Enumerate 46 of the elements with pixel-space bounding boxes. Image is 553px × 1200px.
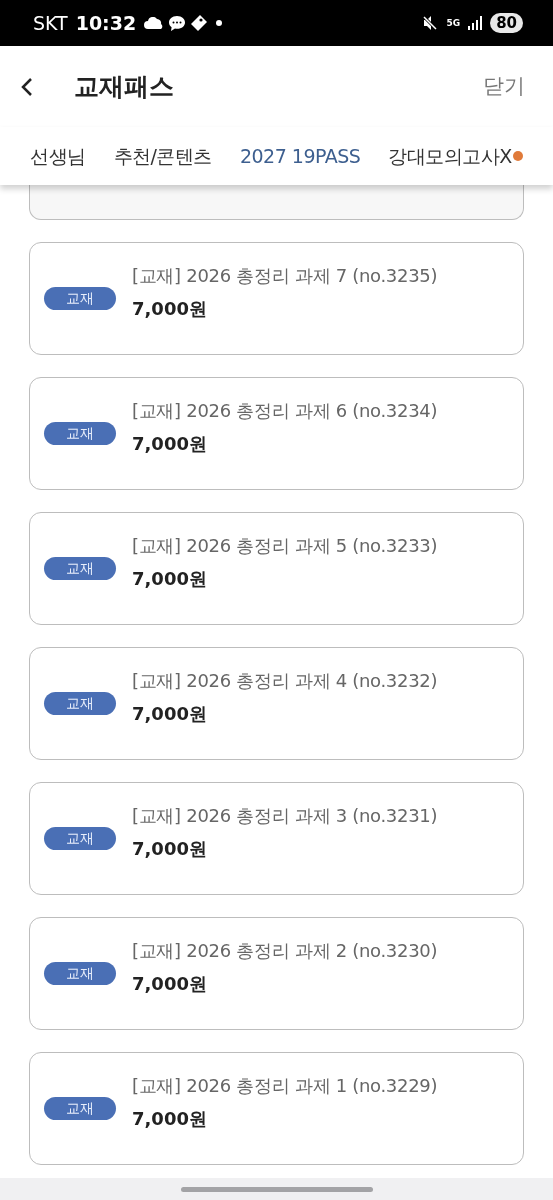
product-card[interactable]: 교재 [교재] 2026 총정리 과제 7 (no.3235) 7,000원 <box>29 242 524 355</box>
category-badge: 교재 <box>44 827 116 850</box>
product-card[interactable]: 교재 [교재] 2026 총정리 과제 4 (no.3232) 7,000원 <box>29 647 524 760</box>
product-title: [교재] 2026 총정리 과제 4 (no.3232) <box>132 668 438 693</box>
battery-level: 80 <box>490 13 523 33</box>
product-title: [교재] 2026 총정리 과제 1 (no.3229) <box>132 1073 438 1098</box>
category-badge: 교재 <box>44 1097 116 1120</box>
network-type: 5G <box>446 18 461 28</box>
product-price: 7,000원 <box>132 971 207 996</box>
product-title: [교재] 2026 총정리 과제 7 (no.3235) <box>132 263 438 288</box>
product-price: 7,000원 <box>132 431 207 456</box>
tab[interactable]: 강대모의고사X <box>388 141 512 171</box>
dot-icon <box>216 20 223 26</box>
category-badge: 교재 <box>44 962 116 985</box>
product-card[interactable]: 교재 [교재] 2026 총정리 과제 6 (no.3234) 7,000원 <box>29 377 524 490</box>
tab[interactable]: 2027 19PASS <box>239 141 361 171</box>
page-title: 교재패스 <box>74 70 174 103</box>
product-price: 7,000원 <box>132 566 207 591</box>
notification-dot <box>512 151 523 161</box>
signal-icon <box>468 16 483 30</box>
product-price: 7,000원 <box>132 1106 207 1131</box>
category-badge: 교재 <box>44 287 116 310</box>
category-badge: 교재 <box>44 692 116 715</box>
mute-icon <box>422 15 439 31</box>
back-icon[interactable] <box>20 76 34 97</box>
carrier-name: SKT <box>33 10 68 36</box>
product-title: [교재] 2026 총정리 과제 3 (no.3231) <box>132 803 438 828</box>
product-price: 7,000원 <box>132 296 207 321</box>
product-card[interactable]: 교재 [교재] 2026 총정리 과제 5 (no.3233) 7,000원 <box>29 512 524 625</box>
product-card[interactable]: 교재 [교재] 2026 총정리 과제 1 (no.3229) 7,000원 <box>29 1052 524 1165</box>
product-title: [교재] 2026 총정리 과제 6 (no.3234) <box>132 398 438 423</box>
product-price: 7,000원 <box>132 836 207 861</box>
tab[interactable]: 추천/콘텐츠 <box>113 141 212 171</box>
product-card[interactable]: 교재 [교재] 2026 총정리 과제 2 (no.3230) 7,000원 <box>29 917 524 1030</box>
category-badge: 교재 <box>44 422 116 445</box>
chat-icon <box>168 14 187 32</box>
tag-icon <box>190 14 209 32</box>
tab[interactable]: 선생님 <box>30 141 86 171</box>
product-title: [교재] 2026 총정리 과제 5 (no.3233) <box>132 533 438 558</box>
product-price: 7,000원 <box>132 701 207 726</box>
cloud-icon <box>144 17 165 29</box>
clock: 10:32 <box>75 10 137 36</box>
product-card[interactable]: 교재 [교재] 2026 총정리 과제 3 (no.3231) 7,000원 <box>29 782 524 895</box>
category-badge: 교재 <box>44 557 116 580</box>
close-button[interactable]: 닫기 <box>483 70 525 103</box>
product-title: [교재] 2026 총정리 과제 2 (no.3230) <box>132 938 438 963</box>
